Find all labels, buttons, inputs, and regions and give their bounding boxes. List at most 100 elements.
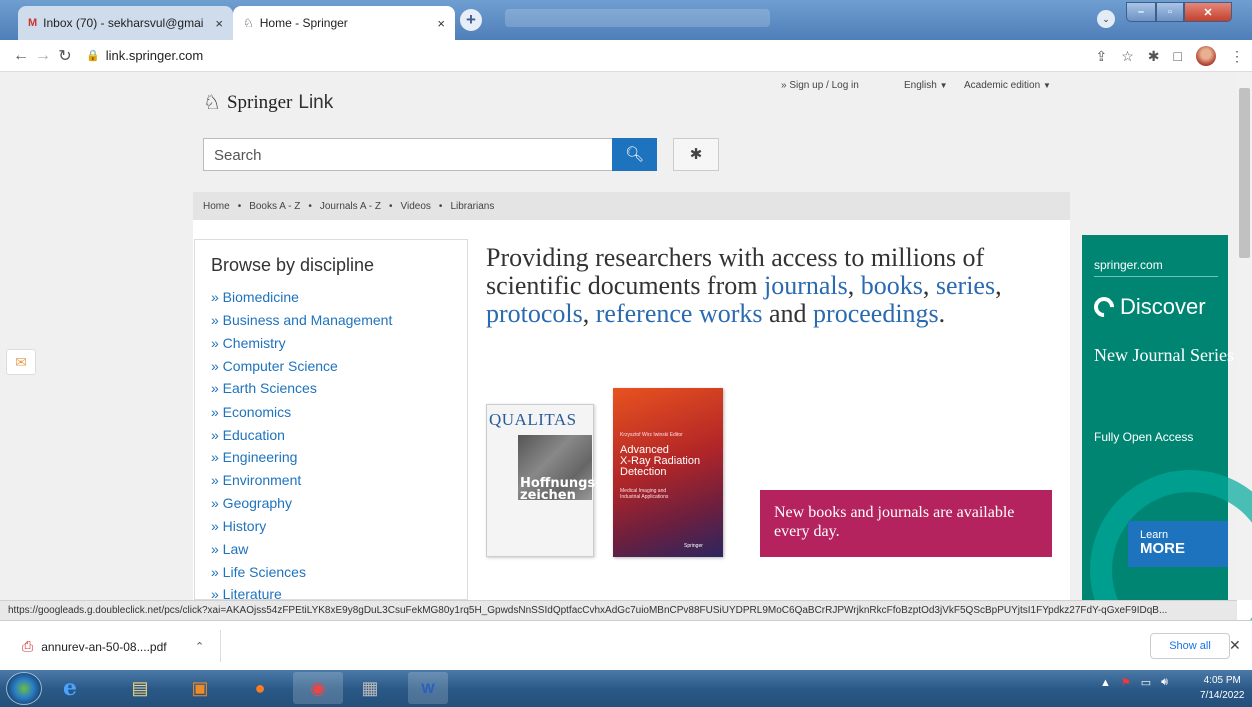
- tagline-text: ,: [922, 271, 936, 300]
- tagline: Providing researchers with access to mil…: [486, 244, 1046, 328]
- discipline-link[interactable]: » Geography: [211, 495, 292, 511]
- ie-icon[interactable]: e: [48, 672, 92, 704]
- discover-logo-icon: [1089, 292, 1119, 322]
- search-button[interactable]: 🔍︎: [612, 138, 657, 171]
- signup-login-link[interactable]: » Sign up / Log in: [781, 80, 859, 91]
- nav-videos[interactable]: Videos: [401, 201, 431, 212]
- share-icon[interactable]: ⇪: [1096, 48, 1108, 65]
- chevron-up-icon[interactable]: ⌃: [195, 640, 204, 653]
- springer-favicon-icon: ♘: [243, 16, 254, 30]
- nav-home[interactable]: Home: [203, 201, 230, 212]
- tagline-link-protocols[interactable]: protocols: [486, 299, 583, 328]
- tagline-link-series[interactable]: series: [936, 271, 995, 300]
- tagline-text: .: [938, 299, 946, 328]
- discipline-link[interactable]: » Economics: [211, 404, 291, 420]
- tagline-link-books[interactable]: books: [861, 271, 923, 300]
- discipline-link[interactable]: » Earth Sciences: [211, 380, 317, 396]
- search-settings-button[interactable]: ✱: [673, 138, 719, 171]
- app-icon[interactable]: ▦: [348, 672, 392, 704]
- clock-time: 4:05 PM: [1203, 675, 1241, 686]
- tab-title: Home - Springer: [259, 16, 348, 30]
- book-cover-subtitle: Medical Imaging and Industrial Applicati…: [620, 488, 669, 500]
- discipline-link[interactable]: » Engineering: [211, 449, 297, 465]
- springer-horse-icon: ♘: [203, 92, 221, 114]
- forward-icon[interactable]: →: [32, 47, 54, 65]
- extensions-icon[interactable]: ✱: [1148, 48, 1160, 65]
- menu-icon[interactable]: ⋮: [1230, 48, 1244, 65]
- scrollbar-thumb[interactable]: [1239, 88, 1250, 258]
- download-filename: annurev-an-50-08....pdf: [41, 639, 167, 654]
- springer-link-logo[interactable]: ♘ Springer Link: [203, 90, 333, 115]
- ad-brand: Discover: [1089, 292, 1206, 322]
- nav-separator: •: [237, 200, 242, 212]
- nav-librarians[interactable]: Librarians: [450, 201, 494, 212]
- profile-avatar[interactable]: [1196, 46, 1216, 66]
- nav-books-az[interactable]: Books A - Z: [249, 201, 300, 212]
- book-cover-subtitle: Hoffnungs- zeichen: [520, 476, 601, 503]
- clock[interactable]: 4:05 PM 7/14/2022: [1200, 673, 1245, 703]
- discipline-link[interactable]: » Life Sciences: [211, 564, 306, 580]
- chrome-icon[interactable]: ◉: [293, 672, 343, 704]
- close-window-button[interactable]: ✕: [1184, 2, 1232, 22]
- edition-select[interactable]: Academic edition ▼: [964, 80, 1051, 91]
- book-cover-title: Advanced X-Ray Radiation Detection: [620, 444, 701, 478]
- language-label: English: [904, 80, 937, 91]
- discipline-link[interactable]: » Computer Science: [211, 358, 338, 374]
- discipline-link[interactable]: » Biomedicine: [211, 289, 299, 305]
- close-icon[interactable]: ✕: [1229, 637, 1241, 654]
- discipline-link[interactable]: » Literature: [211, 586, 282, 600]
- side-panel-icon[interactable]: □: [1174, 48, 1182, 64]
- network-icon[interactable]: ▭: [1141, 676, 1151, 689]
- word-icon[interactable]: W: [408, 672, 448, 704]
- tab-close-icon[interactable]: ×: [215, 16, 223, 31]
- tray-expand-icon[interactable]: ▲: [1100, 677, 1111, 689]
- ad-site: springer.com: [1094, 258, 1163, 272]
- tab-springer[interactable]: ♘ Home - Springer ×: [233, 6, 455, 40]
- lock-icon: 🔒: [86, 50, 100, 62]
- new-books-banner[interactable]: New books and journals are available eve…: [760, 490, 1052, 557]
- start-button[interactable]: [6, 672, 42, 705]
- volume-icon[interactable]: 🔊︎: [1161, 676, 1168, 689]
- nav-journals-az[interactable]: Journals A - Z: [320, 201, 381, 212]
- tagline-text: ,: [847, 271, 861, 300]
- language-select[interactable]: English ▼: [904, 80, 948, 91]
- pdf-icon: ⎙: [22, 638, 34, 654]
- discipline-link[interactable]: » Law: [211, 541, 248, 557]
- minimize-button[interactable]: –: [1126, 2, 1156, 22]
- tab-gmail[interactable]: M Inbox (70) - sekharsvul@gmail.co ×: [18, 6, 233, 40]
- url-field[interactable]: link.springer.com: [106, 48, 204, 63]
- search-input[interactable]: Search: [203, 138, 613, 171]
- back-icon[interactable]: ←: [10, 47, 32, 65]
- clock-date: 7/14/2022: [1200, 690, 1245, 701]
- tab-search-icon[interactable]: ⌄: [1097, 10, 1115, 28]
- firefox-icon[interactable]: ●: [238, 672, 282, 704]
- discipline-link[interactable]: » History: [211, 518, 266, 534]
- new-tab-button[interactable]: +: [460, 9, 482, 31]
- discipline-link[interactable]: » Environment: [211, 472, 301, 488]
- ad-title: New Journal Series: [1094, 345, 1234, 365]
- download-item[interactable]: ⎙ annurev-an-50-08....pdf: [22, 638, 167, 655]
- tagline-link-reference-works[interactable]: reference works: [596, 299, 763, 328]
- folder-icon[interactable]: ▤: [118, 672, 162, 704]
- title-bar-blur: [505, 9, 770, 27]
- maximize-button[interactable]: ▫: [1156, 2, 1184, 22]
- tagline-link-journals[interactable]: journals: [764, 271, 848, 300]
- nav-separator: •: [308, 200, 312, 212]
- address-bar: ← → ↻ 🔒 link.springer.com ⇪ ☆ ✱ □ ⋮: [0, 40, 1252, 72]
- ad-learn-more-button[interactable]: Learn MORE: [1128, 521, 1228, 567]
- tab-title: Inbox (70) - sekharsvul@gmail.co: [43, 16, 204, 30]
- tagline-text: ,: [582, 299, 596, 328]
- flag-icon[interactable]: ⚑: [1121, 676, 1131, 689]
- bookmark-star-icon[interactable]: ☆: [1121, 48, 1134, 65]
- discipline-link[interactable]: » Education: [211, 427, 285, 443]
- discipline-link[interactable]: » Business and Management: [211, 312, 392, 328]
- media-player-icon[interactable]: ▣: [178, 672, 222, 704]
- show-all-button[interactable]: Show all: [1150, 633, 1230, 659]
- tagline-link-proceedings[interactable]: proceedings: [813, 299, 939, 328]
- reload-icon[interactable]: ↻: [54, 46, 76, 66]
- tab-close-icon[interactable]: ×: [437, 16, 445, 31]
- ad-subtitle: Fully Open Access: [1094, 430, 1194, 444]
- system-tray: ▲ ⚑ ▭ 🔊︎: [1100, 676, 1168, 689]
- discipline-link[interactable]: » Chemistry: [211, 335, 286, 351]
- mail-icon[interactable]: ✉: [6, 349, 36, 375]
